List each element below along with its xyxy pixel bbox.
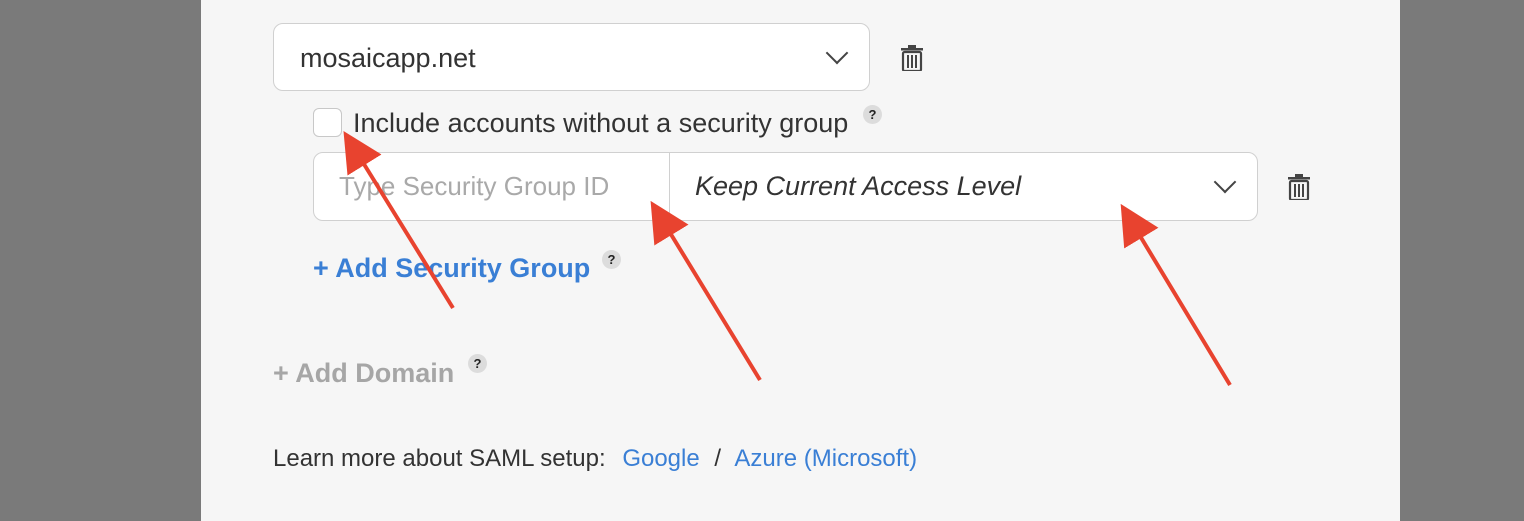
include-without-group-checkbox[interactable] <box>313 108 342 137</box>
help-icon[interactable]: ? <box>602 250 621 269</box>
trash-icon[interactable] <box>901 45 923 71</box>
security-group-row: Keep Current Access Level <box>313 152 1258 221</box>
access-level-value: Keep Current Access Level <box>695 171 1022 201</box>
add-domain-link[interactable]: + Add Domain <box>273 355 454 391</box>
domain-select-value: mosaicapp.net <box>300 43 476 73</box>
learn-more-label: Learn more about SAML setup: <box>273 445 606 472</box>
security-group-id-input[interactable] <box>314 153 670 220</box>
google-saml-link[interactable]: Google <box>622 445 699 472</box>
chevron-down-icon <box>1213 170 1237 194</box>
help-icon[interactable]: ? <box>863 105 882 124</box>
domain-select[interactable]: mosaicapp.net <box>273 23 870 91</box>
azure-saml-link[interactable]: Azure (Microsoft) <box>734 445 917 472</box>
include-without-group-label: Include accounts without a security grou… <box>353 108 849 138</box>
trash-icon[interactable] <box>1288 174 1310 200</box>
chevron-down-icon <box>825 41 849 65</box>
saml-learn-more: Learn more about SAML setup: Google / Az… <box>273 443 917 475</box>
help-icon[interactable]: ? <box>468 354 487 373</box>
link-separator: / <box>714 445 722 472</box>
access-level-select[interactable]: Keep Current Access Level <box>671 153 1257 220</box>
add-security-group-link[interactable]: + Add Security Group <box>313 250 590 286</box>
